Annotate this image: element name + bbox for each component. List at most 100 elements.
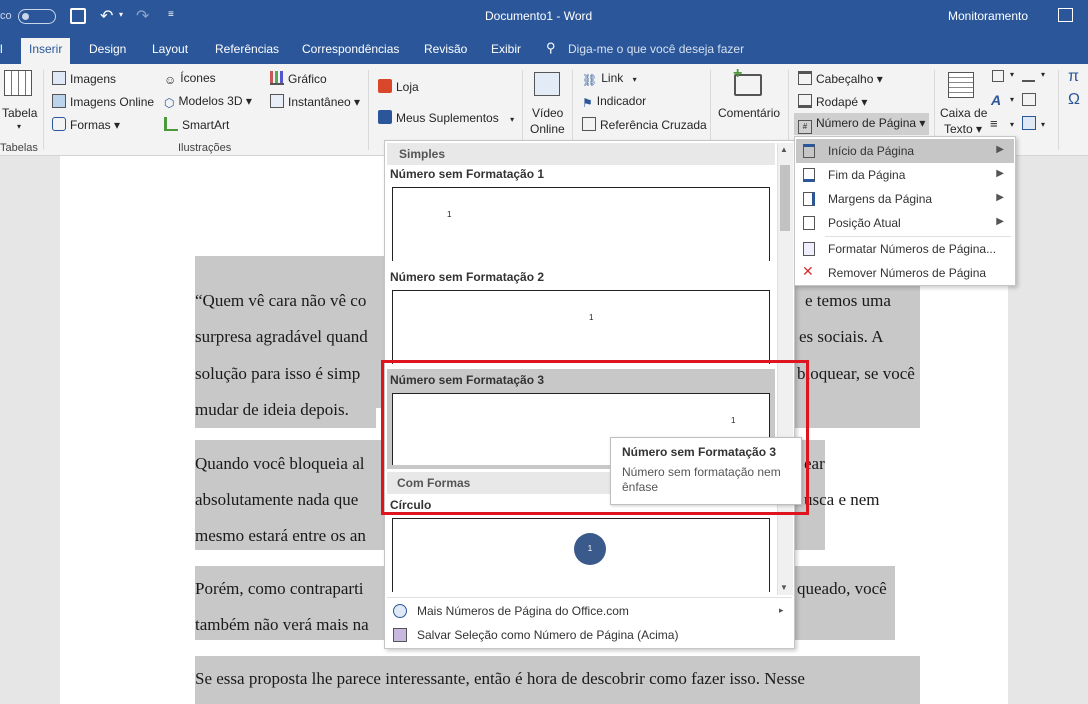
search-icon[interactable]: ⚲ [546, 40, 556, 56]
tab-design[interactable]: Design [89, 42, 126, 56]
comment-icon[interactable]: + [733, 65, 762, 96]
cross-reference-button[interactable]: Referência Cruzada [582, 117, 707, 132]
online-video-label-1[interactable]: Vídeo [532, 106, 563, 120]
text-box-label-1[interactable]: Caixa de [940, 106, 987, 120]
link-button[interactable]: ⛓ Link ▾ [582, 71, 637, 87]
screenshot-button[interactable]: Instantâneo ▾ [270, 94, 360, 109]
text-box-label-2[interactable]: Texto ▾ [944, 122, 982, 136]
tab-referencias[interactable]: Referências [215, 42, 279, 56]
gallery-item-plain-2[interactable]: 1 [392, 290, 770, 364]
online-video-label-2[interactable]: Online [530, 122, 565, 136]
shapes-button[interactable]: Formas ▾ [52, 117, 120, 132]
menu-item-fim-pagina[interactable]: Fim da Página ▶ [796, 163, 1014, 187]
text-box-icon[interactable] [948, 72, 974, 98]
redo-icon[interactable]: ↷ [136, 6, 149, 26]
quick-parts-icon[interactable] [992, 70, 1004, 82]
office-com-icon [393, 604, 407, 618]
table-icon[interactable] [4, 70, 32, 96]
header-icon [798, 71, 812, 85]
scroll-up-icon[interactable]: ▲ [780, 145, 788, 154]
menu-item-inicio-pagina[interactable]: Início da Página ▶ [796, 139, 1014, 163]
tab-inserir[interactable]: Inserir [21, 38, 71, 64]
undo-dropdown-icon[interactable]: ▾ [119, 10, 123, 19]
autosave-toggle[interactable] [18, 9, 56, 24]
scroll-down-icon[interactable]: ▼ [780, 583, 788, 592]
signature-line-icon[interactable] [1022, 70, 1035, 82]
menu-save-selection[interactable]: Salvar Seleção como Número de Página (Ac… [387, 628, 678, 642]
3d-models-button[interactable]: ⬡ Modelos 3D ▾ [164, 94, 252, 110]
group-divider [788, 70, 789, 150]
object-dropdown-icon[interactable]: ▾ [1041, 120, 1045, 129]
online-video-icon[interactable] [534, 72, 560, 96]
tab-revisao[interactable]: Revisão [424, 42, 467, 56]
autosave-label: co [0, 10, 12, 22]
comment-button[interactable]: Comentário [718, 106, 780, 120]
online-images-button[interactable]: Imagens Online [52, 94, 154, 109]
group-divider [710, 70, 711, 150]
gallery-item-circle[interactable]: 1 [392, 518, 770, 592]
table-dropdown-icon[interactable]: ▾ [17, 122, 21, 131]
menu-more-page-numbers[interactable]: Mais Números de Página do Office.com ▸ [387, 604, 784, 618]
icons-button[interactable]: ☺ Ícones [164, 71, 216, 87]
doc-line: Quando você bloqueia al [195, 454, 365, 473]
smartart-icon [164, 117, 178, 131]
store-icon [378, 79, 392, 93]
highlight-annotation-box [381, 360, 809, 515]
tab-exibir[interactable]: Exibir [491, 42, 521, 56]
chart-button[interactable]: Gráfico [270, 71, 327, 86]
user-name[interactable]: Monitoramento [948, 9, 1028, 23]
drop-cap-icon[interactable]: ≡ [990, 116, 998, 131]
group-divider [522, 70, 523, 150]
tell-me-search[interactable]: Diga-me o que você deseja fazer [568, 42, 744, 56]
gallery-item-plain-1[interactable]: 1 [392, 187, 770, 261]
footer-button[interactable]: Rodapé ▾ [798, 94, 867, 109]
group-divider [572, 70, 573, 150]
page-number-button[interactable]: # Número de Página ▾ [794, 113, 930, 135]
signature-dropdown-icon[interactable]: ▾ [1041, 70, 1045, 79]
save-icon[interactable] [70, 8, 86, 24]
date-time-icon[interactable] [1022, 93, 1036, 106]
icons-icon: ☺ [164, 73, 177, 87]
ribbon-display-icon[interactable] [1058, 8, 1073, 22]
tab-correspondencias[interactable]: Correspondências [302, 42, 399, 56]
doc-line: mesmo estará entre os an [195, 526, 366, 545]
doc-line: queado, você [797, 579, 887, 598]
menu-item-remover-numeros[interactable]: ✕ Remover Números de Página [796, 261, 1014, 285]
quick-parts-dropdown-icon[interactable]: ▾ [1010, 70, 1014, 79]
table-button[interactable]: Tabela [2, 106, 37, 120]
wordart-icon[interactable]: A [991, 92, 1001, 108]
doc-line: solução para isso é simp [195, 364, 361, 383]
remove-page-numbers-icon: ✕ [802, 263, 814, 279]
customize-toolbar-icon[interactable]: ≡ [168, 9, 174, 20]
tab-layout[interactable]: Layout [152, 42, 188, 56]
images-button[interactable]: Imagens [52, 71, 116, 86]
symbol-icon[interactable]: Ω [1068, 91, 1080, 109]
undo-icon[interactable]: ↶ [100, 6, 113, 26]
title-bar: co ↶ ▾ ↷ ≡ Documento1 - Word Monitoramen… [0, 0, 1088, 34]
menu-item-margens-pagina[interactable]: Margens da Página ▶ [796, 187, 1014, 211]
addins-icon [378, 110, 392, 124]
image-icon [52, 71, 66, 85]
smartart-button[interactable]: SmartArt [164, 117, 229, 132]
doc-line: bloquear, se você [797, 364, 915, 383]
shapes-icon [52, 117, 66, 131]
header-button[interactable]: Cabeçalho ▾ [798, 71, 883, 86]
my-addins-button[interactable]: Meus Suplementos ▾ [378, 110, 514, 125]
tab-arquivo[interactable]: l [0, 42, 3, 56]
group-label-ilustracoes: Ilustrações [178, 142, 232, 154]
object-icon[interactable] [1022, 116, 1036, 130]
ribbon-tabs: l Inserir Design Layout Referências Corr… [0, 34, 1088, 64]
equation-icon[interactable]: π [1068, 68, 1079, 86]
group-label-tabelas: Tabelas [0, 142, 38, 154]
bookmark-button[interactable]: ⚑ Indicador [582, 94, 646, 110]
page-margins-icon [803, 192, 815, 206]
group-divider [368, 70, 369, 150]
scrollbar-thumb[interactable] [780, 165, 790, 231]
document-title: Documento1 - Word [485, 9, 593, 23]
doc-line: também não verá mais na [195, 615, 369, 634]
store-button[interactable]: Loja [378, 79, 419, 94]
menu-item-posicao-atual[interactable]: Posição Atual ▶ [796, 211, 1014, 235]
menu-item-formatar-numeros[interactable]: Formatar Números de Página... [796, 237, 1014, 261]
drop-cap-dropdown-icon[interactable]: ▾ [1010, 120, 1014, 129]
wordart-dropdown-icon[interactable]: ▾ [1010, 95, 1014, 104]
